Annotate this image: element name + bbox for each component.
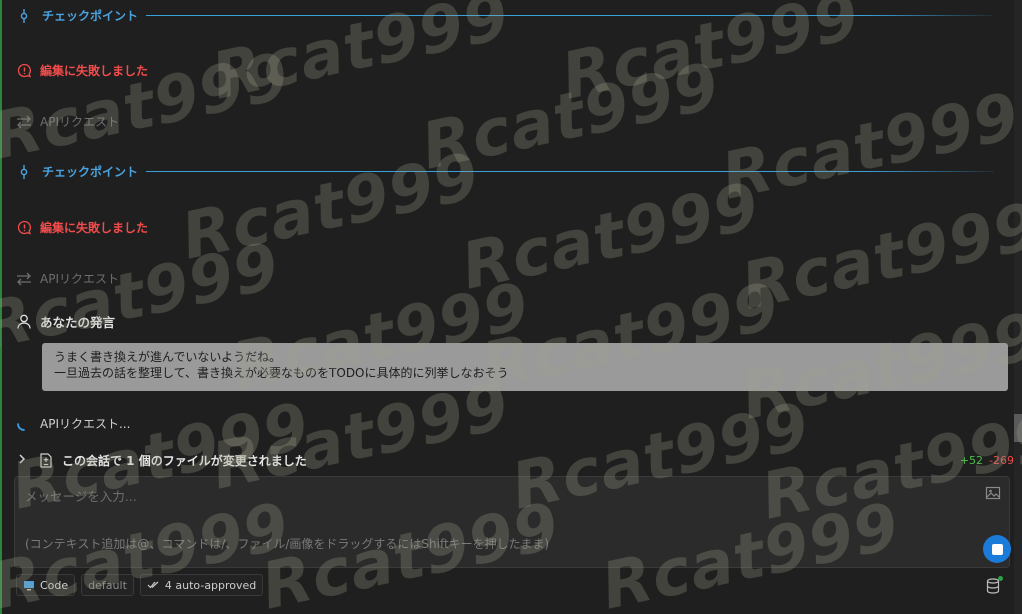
chat-panel: チェックポイント 編集に失敗しました APIリクエスト チェックポイント 編集に… <box>0 0 1022 614</box>
api-request-label: APIリクエスト <box>40 115 119 129</box>
watermark-text: Rcat999 <box>735 189 1022 325</box>
mode-label: Code <box>40 578 69 592</box>
error-bubble-icon <box>16 220 32 236</box>
stop-icon <box>991 543 1003 555</box>
changed-files-summary[interactable]: この会話で 1 個のファイルが変更されました +52 -269 <box>14 451 1014 469</box>
watermark-text: Rcat999 <box>0 39 296 175</box>
auto-approve-toggle[interactable]: 4 auto-approved <box>139 574 264 596</box>
checkpoint-row[interactable]: チェックポイント <box>16 163 994 180</box>
message-input-hint: (コンテキスト追加は@、コマンドは/、ファイル/画像をドラッグするにはShift… <box>25 537 550 551</box>
checkpoint-line <box>146 171 994 172</box>
user-message-line: 一旦過去の話を整理して、書き換えが必要なものをTODOに具体的に列挙しなおそう <box>54 366 509 380</box>
computer-icon <box>23 580 35 591</box>
api-request-label: APIリクエスト <box>40 272 119 286</box>
file-diff-icon <box>38 452 54 468</box>
edit-failed-row: 編集に失敗しました <box>16 62 148 79</box>
api-loading-label: APIリクエスト... <box>40 417 131 431</box>
git-commit-icon <box>16 164 32 180</box>
error-bubble-icon <box>16 63 32 79</box>
model-label: default <box>88 578 127 592</box>
spinner-icon <box>16 416 32 432</box>
scroll-thumb[interactable] <box>1014 414 1022 442</box>
git-commit-icon <box>16 8 32 24</box>
arrows-swap-icon <box>16 271 32 287</box>
user-message-line: うまく書き換えが進んでいないようだね。 <box>54 350 282 364</box>
chevron-right-icon[interactable] <box>14 453 30 467</box>
message-input-placeholder[interactable]: メッセージを入力... <box>25 486 137 505</box>
api-request-row[interactable]: APIリクエスト <box>16 270 119 287</box>
image-icon[interactable] <box>985 485 1001 501</box>
user-message-header: あなたの発言 <box>16 312 115 331</box>
bottom-bar: Code default 4 auto-approved <box>16 574 264 596</box>
watermark-text: Rcat999 <box>175 139 486 275</box>
message-input-area[interactable]: メッセージを入力... (コンテキスト追加は@、コマンドは/、ファイル/画像をド… <box>14 476 1011 568</box>
edit-failed-row: 編集に失敗しました <box>16 219 148 236</box>
api-request-loading-row[interactable]: APIリクエスト... <box>16 415 130 432</box>
auto-approve-label: 4 auto-approved <box>164 578 257 592</box>
changed-files-label: この会話で 1 個のファイルが変更されました <box>62 453 307 468</box>
arrows-swap-icon <box>16 114 32 130</box>
lines-added: +52 <box>959 453 984 467</box>
left-guide-line <box>0 0 2 614</box>
mode-selector[interactable]: Code <box>16 574 76 596</box>
checkpoint-line <box>146 15 992 16</box>
scrollbar[interactable] <box>1014 0 1022 614</box>
edit-failed-label: 編集に失敗しました <box>40 221 149 235</box>
speaker-label: あなたの発言 <box>40 315 116 330</box>
person-icon <box>16 314 32 330</box>
api-request-row[interactable]: APIリクエスト <box>16 113 119 130</box>
checkpoint-label: チェックポイント <box>42 9 139 23</box>
stop-button[interactable] <box>983 535 1011 563</box>
watermark-text: Rcat999 <box>455 169 766 305</box>
checkpoint-label: チェックポイント <box>42 165 139 179</box>
status-dot <box>998 576 1003 581</box>
user-message-bubble[interactable]: うまく書き換えが進んでいないようだね。 一旦過去の話を整理して、書き換えが必要な… <box>42 343 1008 391</box>
double-check-icon <box>147 580 160 590</box>
model-selector[interactable]: default <box>81 574 134 596</box>
watermark-text: Rcat999 <box>715 79 1022 215</box>
lines-removed: -269 <box>989 453 1014 467</box>
edit-failed-label: 編集に失敗しました <box>40 64 149 78</box>
checkpoint-row[interactable]: チェックポイント <box>16 7 992 24</box>
